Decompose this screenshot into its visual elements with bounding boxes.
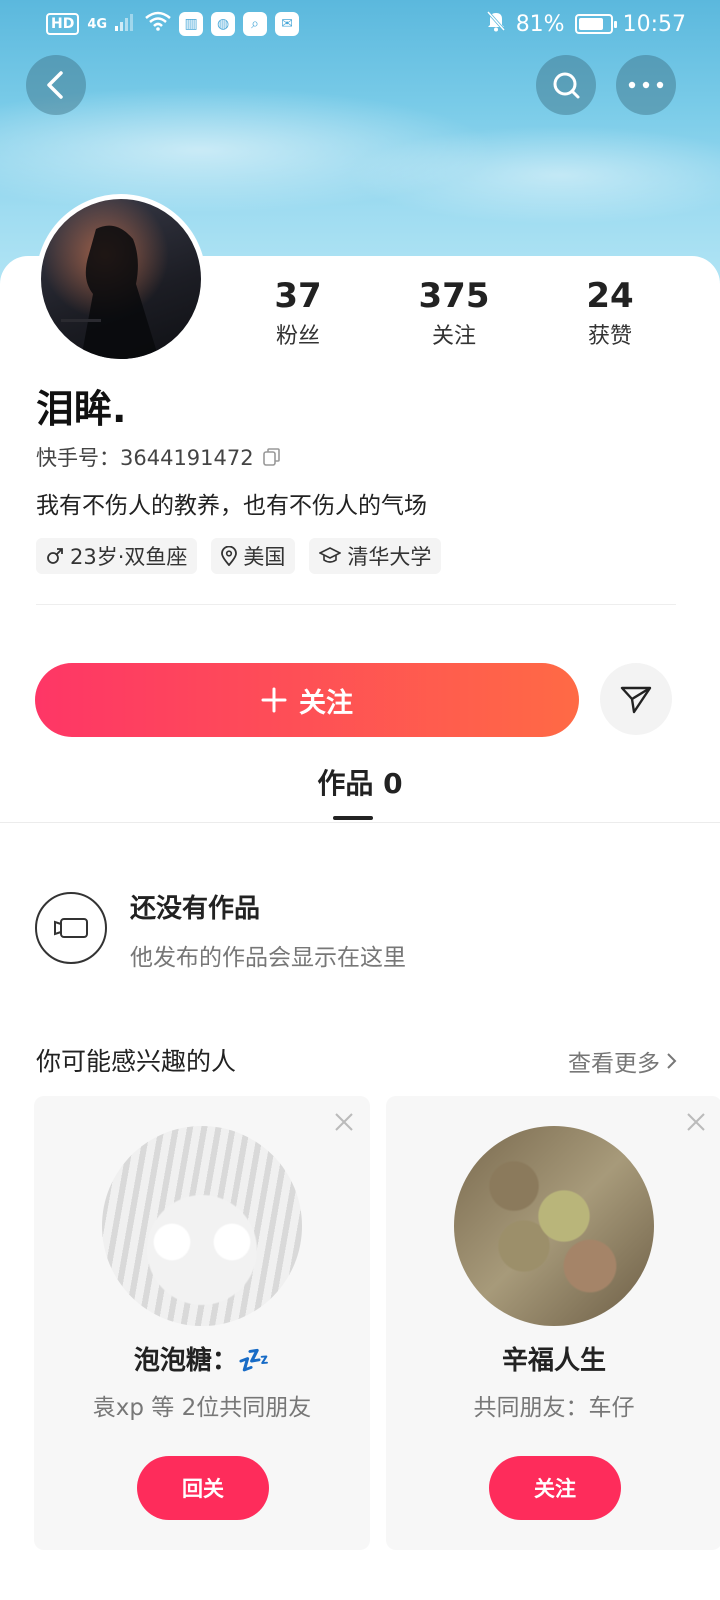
profile-stats: 37 粉丝 375 关注 24 获赞	[220, 276, 688, 350]
recommendation-avatar[interactable]	[102, 1126, 302, 1326]
school-icon	[319, 547, 342, 563]
more-button[interactable]	[616, 55, 676, 115]
follow-back-button[interactable]: 回关	[137, 1456, 269, 1520]
see-more-label: 查看更多	[568, 1051, 660, 1077]
clock: 10:57	[622, 11, 686, 37]
tab-works[interactable]: 作品 0	[0, 762, 720, 802]
see-more-link[interactable]: 查看更多	[568, 1044, 678, 1078]
follow-button-label: 关注	[299, 687, 353, 719]
tag-text: 美国	[243, 545, 286, 569]
tag-text: 清华大学	[347, 545, 432, 569]
mail-app-icon: ✉	[275, 12, 300, 36]
section-divider	[36, 604, 676, 605]
recommendation-subtitle: 共同朋友：车仔	[473, 1395, 635, 1421]
video-camera-icon	[54, 918, 88, 938]
stat-label: 粉丝	[275, 324, 320, 349]
empty-title: 还没有作品	[130, 894, 261, 924]
mute-bell-icon	[486, 10, 506, 38]
profile-avatar[interactable]	[36, 194, 206, 364]
plus-icon	[261, 687, 287, 713]
recommendation-avatar[interactable]	[454, 1126, 654, 1326]
tag-age: 23岁·双鱼座	[36, 538, 198, 574]
profile-tags: 23岁·双鱼座 美国 清华大学	[36, 538, 442, 574]
profile-bio: 我有不伤人的教养，也有不伤人的气场	[36, 493, 427, 519]
stat-label: 获赞	[587, 324, 632, 349]
paper-plane-icon	[620, 686, 652, 714]
stat-value: 24	[586, 276, 634, 316]
recommendation-name: 辛福人生	[501, 1346, 606, 1376]
stat-fans[interactable]: 37 粉丝	[220, 276, 376, 350]
empty-works-icon	[35, 892, 107, 964]
chevron-right-icon	[667, 1053, 677, 1069]
stat-likes[interactable]: 24 获赞	[532, 276, 688, 350]
battery-icon	[574, 14, 617, 34]
tag-school: 清华大学	[309, 538, 442, 574]
status-bar: HD 4G ▥ ◍ ⌕ ✉ 81% 10:57	[0, 0, 720, 48]
more-dots-icon	[628, 81, 664, 89]
browser-app-icon: ◍	[211, 12, 236, 36]
tab-indicator	[333, 816, 373, 820]
stat-value: 375	[418, 276, 490, 316]
follow-button[interactable]: 关注	[35, 663, 579, 737]
chevron-left-icon	[47, 71, 63, 99]
profile-name: 泪眸.	[36, 387, 127, 431]
battery-percent: 81%	[515, 11, 565, 37]
close-icon[interactable]	[334, 1112, 354, 1132]
copy-icon[interactable]	[262, 447, 282, 467]
search-button[interactable]	[536, 55, 596, 115]
recommendation-card[interactable]: 泡泡糖：💤 袁xp 等 2位共同朋友 回关	[34, 1096, 370, 1550]
profile-id-text: 快手号：3644191472	[36, 446, 254, 470]
close-icon[interactable]	[686, 1112, 706, 1132]
male-icon	[47, 548, 63, 564]
signal-text: 4G	[87, 16, 108, 32]
book-app-icon: ▥	[179, 12, 204, 36]
recommendation-card[interactable]: 辛福人生 共同朋友：车仔 关注	[386, 1096, 720, 1550]
silhouette-image	[61, 225, 159, 359]
search-app-icon: ⌕	[243, 12, 268, 36]
recommendation-name: 泡泡糖：💤	[133, 1346, 271, 1376]
stat-label: 关注	[431, 324, 476, 349]
back-button[interactable]	[26, 55, 86, 115]
follow-button-small[interactable]: 关注	[489, 1456, 621, 1520]
empty-subtitle: 他发布的作品会显示在这里	[130, 945, 406, 971]
search-icon	[553, 72, 580, 99]
tab-divider	[0, 822, 720, 823]
stat-following[interactable]: 375 关注	[376, 276, 532, 350]
location-icon	[221, 546, 238, 566]
hd-badge: HD	[46, 13, 80, 35]
recommendation-subtitle: 袁xp 等 2位共同朋友	[92, 1395, 312, 1421]
stat-value: 37	[274, 276, 322, 316]
tag-location: 美国	[211, 538, 296, 574]
profile-id: 快手号：3644191472	[36, 442, 282, 472]
recommendations-title: 你可能感兴趣的人	[36, 1047, 237, 1076]
share-button[interactable]	[600, 663, 672, 735]
signal-bars-icon	[115, 12, 137, 37]
wifi-icon	[145, 11, 171, 37]
tag-text: 23岁·双鱼座	[70, 545, 188, 569]
